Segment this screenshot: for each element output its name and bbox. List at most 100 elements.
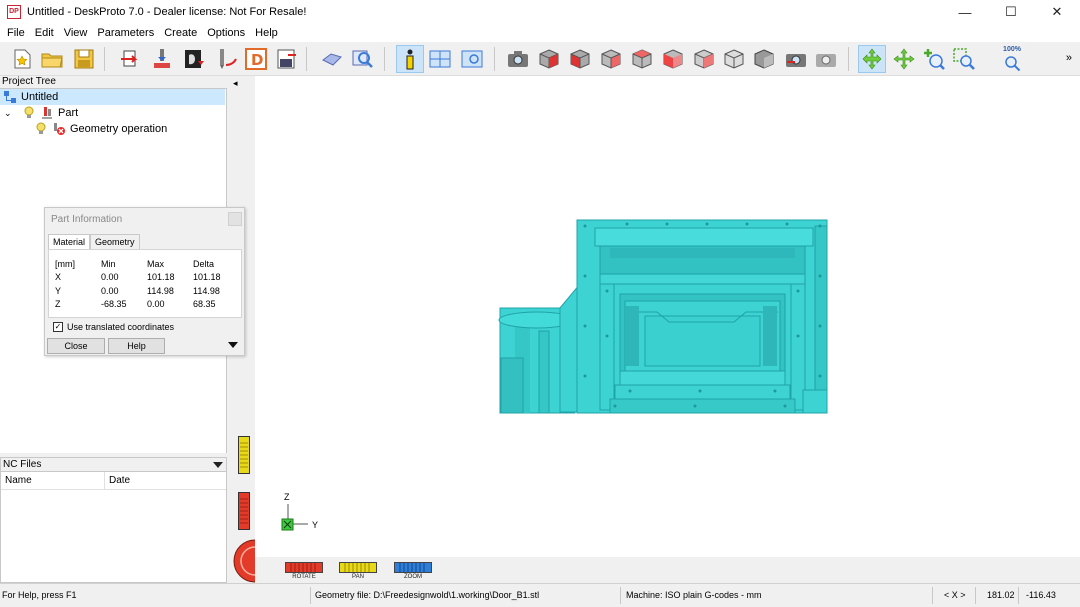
menu-edit[interactable]: Edit — [31, 27, 58, 39]
tab-geometry[interactable]: Geometry — [90, 234, 140, 249]
menu-parameters[interactable]: Parameters — [93, 27, 158, 39]
dropdown-arrow-icon[interactable] — [213, 461, 223, 468]
rotate-mode-button[interactable] — [858, 45, 886, 73]
view-top-button[interactable] — [690, 45, 718, 73]
save-nc-icon — [277, 49, 296, 69]
lightbulb-icon[interactable] — [34, 122, 48, 136]
folder-icon — [41, 53, 63, 68]
wheel-ridges-icon — [399, 563, 425, 572]
header-cell: Max — [147, 258, 165, 269]
view-window-button[interactable] — [458, 45, 486, 73]
view-iso-button[interactable] — [535, 45, 563, 73]
part-arrow-icon — [121, 50, 138, 67]
screenshot-button[interactable] — [504, 45, 532, 73]
table-cell: 101.18 — [147, 272, 175, 283]
view-right-button[interactable] — [597, 45, 625, 73]
layout-grid-icon — [429, 50, 451, 68]
column-name[interactable]: Name — [1, 471, 105, 490]
minimize-button[interactable]: — — [942, 0, 988, 24]
header-cell: Min — [101, 258, 116, 269]
tree-item-label: Geometry operation — [70, 123, 168, 135]
menu-view[interactable]: View — [60, 27, 92, 39]
zoom-fit-icon — [1005, 56, 1021, 72]
view-shaded-button[interactable] — [750, 45, 778, 73]
dialog-pin-button[interactable] — [228, 212, 242, 226]
help-button[interactable]: Help — [108, 338, 165, 354]
view-front-button[interactable] — [566, 45, 594, 73]
cube-iso-icon — [539, 49, 559, 69]
cube-top-icon — [694, 49, 714, 69]
camera-grey-icon — [816, 54, 836, 67]
tab-material[interactable]: Material — [48, 234, 91, 249]
status-geometry-file: Geometry file: D:\Freedesignwold\1.worki… — [315, 590, 540, 600]
tree-item-geometry-operation[interactable]: Geometry operation — [34, 121, 167, 137]
pan-wheel-vertical[interactable] — [238, 436, 250, 474]
3d-viewport[interactable]: Z Y — [255, 76, 1080, 557]
nc-files-columns: Name Date — [1, 471, 226, 490]
header-cell: Delta — [193, 258, 215, 269]
status-help: For Help, press F1 — [2, 590, 77, 600]
menu-file[interactable]: File — [3, 27, 29, 39]
svg-text:D: D — [251, 51, 263, 69]
close-button[interactable]: Close — [47, 338, 105, 354]
operation-button[interactable] — [148, 45, 176, 73]
view-back-button[interactable] — [628, 45, 656, 73]
menu-create[interactable]: Create — [160, 27, 201, 39]
rotate-wheel-vertical[interactable] — [238, 492, 250, 530]
save-file-button[interactable] — [70, 45, 98, 73]
table-cell: Z — [55, 299, 61, 310]
toolpath-d-button[interactable]: D — [242, 45, 270, 73]
open-file-button[interactable] — [38, 45, 66, 73]
status-machine: Machine: ISO plain G-codes - mm — [626, 590, 762, 600]
bitmap-button[interactable] — [180, 45, 208, 73]
pan-mode-button[interactable] — [890, 45, 918, 73]
magnify-preview-icon — [352, 50, 373, 68]
tree-item-project[interactable]: Untitled — [0, 89, 225, 105]
table-cell: X — [55, 272, 62, 283]
save-nc-button[interactable] — [272, 45, 300, 73]
part-info-button[interactable] — [396, 45, 424, 73]
close-window-button[interactable]: ✕ — [1034, 0, 1080, 24]
pan-label: PAN — [352, 574, 364, 580]
translated-coords-option[interactable]: ✓ Use translated coordinates — [53, 322, 174, 332]
zoom-wheel-horizontal[interactable] — [394, 562, 432, 573]
lightbulb-icon[interactable] — [22, 106, 36, 120]
layout-button[interactable] — [426, 45, 454, 73]
dialog-expand-icon[interactable] — [228, 342, 238, 348]
toolpath-d-icon: D — [245, 48, 267, 70]
preview-button[interactable] — [348, 45, 376, 73]
collapse-arrow-icon[interactable]: ◂ — [233, 78, 238, 89]
tree-item-part[interactable]: ⌄ Part — [4, 105, 78, 121]
zoom-window-button[interactable] — [950, 45, 978, 73]
maximize-button[interactable]: ☐ — [988, 0, 1034, 24]
view-left-button[interactable] — [659, 45, 687, 73]
load-part-button[interactable] — [116, 45, 144, 73]
part-icon — [40, 106, 54, 120]
camera-save-button[interactable] — [812, 45, 840, 73]
rotate-wheel-horizontal[interactable] — [285, 562, 323, 573]
nc-files-header: NC Files — [1, 458, 226, 472]
zoom-100-button[interactable]: 100% — [998, 45, 1026, 73]
wheel-ridges-icon — [240, 442, 248, 468]
table-row: Y 0.00 114.98 114.98 — [55, 284, 233, 298]
project-tree-header: Project Tree — [0, 76, 227, 89]
zoom-percent-label: 100% — [1003, 46, 1021, 53]
dimensions-table: [mm] Min Max Delta X 0.00 101.18 101.18 … — [55, 257, 233, 311]
menu-help[interactable]: Help — [251, 27, 282, 39]
bitmap-icon — [185, 50, 204, 68]
camera-load-button[interactable] — [782, 45, 810, 73]
tool-button[interactable] — [212, 45, 240, 73]
view-bottom-button[interactable] — [720, 45, 748, 73]
column-date[interactable]: Date — [105, 475, 130, 486]
menu-options[interactable]: Options — [203, 27, 249, 39]
zoom-mode-button[interactable] — [920, 45, 948, 73]
translated-coords-checkbox[interactable]: ✓ — [53, 322, 63, 332]
new-file-button[interactable] — [8, 45, 36, 73]
toolbar-overflow-button[interactable]: » — [1066, 52, 1072, 64]
cube-grey-icon — [724, 49, 744, 69]
chevron-down-icon[interactable]: ⌄ — [4, 108, 16, 119]
axis-z-label: Z — [284, 492, 290, 502]
cube-shaded-icon — [754, 49, 774, 69]
simulation-button[interactable] — [318, 45, 346, 73]
pan-wheel-horizontal[interactable] — [339, 562, 377, 573]
